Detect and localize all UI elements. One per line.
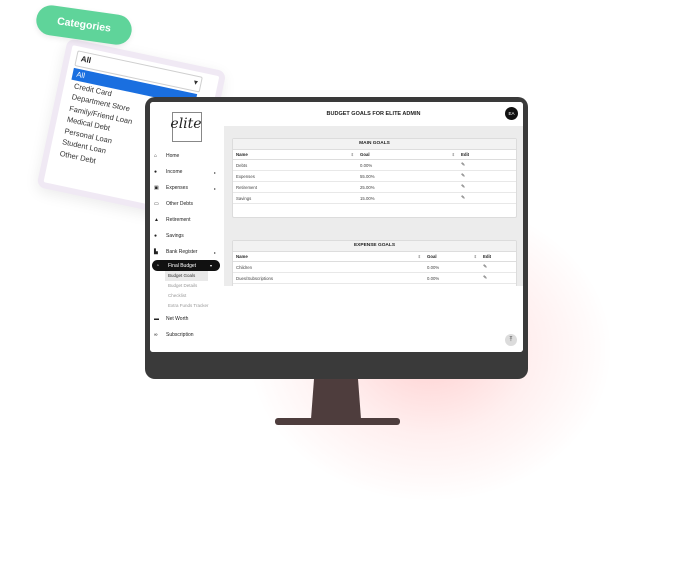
table-row: Debts 0.00% ✎ bbox=[233, 159, 516, 171]
sidebar-item-label: Retirement bbox=[166, 217, 191, 223]
sidebar-item-label: Income bbox=[166, 169, 183, 175]
categories-label-pill: Categories bbox=[34, 3, 134, 47]
content-footer-area: ⤒ bbox=[224, 286, 523, 352]
goal-name: Debts bbox=[233, 159, 357, 171]
sidebar-item-label: Expenses bbox=[166, 185, 188, 191]
top-bar: BUDGET GOALS FOR ELITE ADMIN EA bbox=[224, 102, 523, 126]
sort-icon[interactable]: ⇕ bbox=[418, 254, 421, 259]
sidebar-item-label: Bank Register bbox=[166, 249, 198, 255]
edit-icon[interactable]: ✎ bbox=[461, 173, 465, 179]
header-label: Name bbox=[236, 152, 248, 157]
table-row: Expenses 55.00% ✎ bbox=[233, 170, 516, 182]
chevron-down-icon: ▾ bbox=[193, 79, 199, 87]
sidebar-item-net-worth[interactable]: ▬ Net Worth bbox=[150, 311, 224, 327]
goal-name: Retirement bbox=[233, 181, 357, 193]
chevron-right-icon: ▸ bbox=[213, 169, 216, 175]
header-label: Goal bbox=[360, 152, 370, 157]
monitor-frame: elite ⌂ Home ● Income ▸ ▣ Expenses ▸ ▭ O… bbox=[145, 97, 528, 379]
sidebar: elite ⌂ Home ● Income ▸ ▣ Expenses ▸ ▭ O… bbox=[150, 102, 224, 352]
sidebar-item-final-budget[interactable]: ◔ Final Budget ▾ bbox=[152, 260, 220, 271]
chevron-right-icon: ▸ bbox=[213, 249, 216, 255]
submenu-item-budget-details[interactable]: Budget Details bbox=[168, 281, 224, 291]
sidebar-item-other-debts[interactable]: ▭ Other Debts bbox=[150, 196, 224, 212]
sidebar-item-income[interactable]: ● Income ▸ bbox=[150, 164, 224, 180]
column-header-goal[interactable]: Goal ⇕ bbox=[424, 252, 480, 262]
main-goals-title: MAIN GOALS bbox=[233, 139, 516, 150]
expense-goals-title: EXPENSE GOALS bbox=[233, 241, 516, 252]
column-header-goal[interactable]: Goal ⇕ bbox=[357, 150, 458, 160]
wallet-icon: ▬ bbox=[154, 316, 159, 322]
header-label: Name bbox=[236, 254, 248, 259]
chevron-right-icon: ▸ bbox=[213, 185, 216, 191]
piggy-icon: ● bbox=[154, 233, 158, 239]
categories-select-value: All bbox=[80, 54, 92, 66]
edit-icon[interactable]: ✎ bbox=[461, 184, 465, 190]
sidebar-item-savings[interactable]: ● Savings bbox=[150, 228, 224, 244]
goal-name: Children bbox=[233, 261, 424, 273]
goal-value: 0.00% bbox=[424, 272, 480, 284]
column-header-name[interactable]: Name ⇕ bbox=[233, 150, 357, 160]
goal-value: 0.00% bbox=[424, 261, 480, 273]
main-goals-panel: MAIN GOALS Name ⇕ Goal ⇕ Edit Debts 0.00% … bbox=[232, 138, 517, 218]
goal-name: Expenses bbox=[233, 170, 357, 182]
sidebar-item-subscription[interactable]: ∞ Subscription bbox=[150, 327, 224, 343]
sort-icon[interactable]: ⇕ bbox=[452, 152, 455, 157]
page-title: BUDGET GOALS FOR ELITE ADMIN bbox=[326, 111, 421, 117]
goal-value: 25.00% bbox=[357, 181, 458, 193]
sidebar-item-label: Subscription bbox=[166, 332, 194, 338]
expense-goals-table: Name ⇕ Goal ⇕ Edit Children 0.00% ✎ Dues/S… bbox=[233, 252, 516, 284]
card-icon: ▭ bbox=[154, 201, 159, 207]
sidebar-nav: ⌂ Home ● Income ▸ ▣ Expenses ▸ ▭ Other D… bbox=[150, 148, 224, 343]
main-content: MAIN GOALS Name ⇕ Goal ⇕ Edit Debts 0.00% … bbox=[224, 126, 523, 287]
goal-value: 15.00% bbox=[357, 192, 458, 204]
monitor-stand-neck bbox=[311, 379, 361, 419]
bank-icon: ▙ bbox=[154, 249, 158, 255]
sort-icon[interactable]: ⇕ bbox=[351, 152, 354, 157]
main-goals-table: Name ⇕ Goal ⇕ Edit Debts 0.00% ✎ Expenses … bbox=[233, 150, 516, 204]
goal-name: Dues/Subscriptions bbox=[233, 272, 424, 284]
chart-icon: ◔ bbox=[156, 262, 160, 269]
header-label: Goal bbox=[427, 254, 437, 259]
chevron-down-icon: ▾ bbox=[209, 263, 212, 268]
sidebar-item-expenses[interactable]: ▣ Expenses ▸ bbox=[150, 180, 224, 196]
monitor-stand-base bbox=[275, 418, 400, 425]
app-logo[interactable]: elite bbox=[164, 111, 208, 143]
dollar-icon: ● bbox=[154, 169, 158, 175]
goal-name: Savings bbox=[233, 192, 357, 204]
sidebar-item-label: Home bbox=[166, 153, 180, 159]
goal-value: 55.00% bbox=[357, 170, 458, 182]
column-header-edit: Edit bbox=[458, 150, 516, 160]
sidebar-item-label: Savings bbox=[166, 233, 184, 239]
home-icon: ⌂ bbox=[154, 153, 158, 159]
app-screen: elite ⌂ Home ● Income ▸ ▣ Expenses ▸ ▭ O… bbox=[150, 102, 523, 352]
expense-goals-panel: EXPENSE GOALS Name ⇕ Goal ⇕ Edit Children … bbox=[232, 240, 517, 287]
scroll-to-top-button[interactable]: ⤒ bbox=[505, 334, 517, 346]
table-row: Savings 15.00% ✎ bbox=[233, 192, 516, 204]
sidebar-item-retirement[interactable]: ▲ Retirement bbox=[150, 212, 224, 228]
final-budget-submenu: Budget Goals Budget Details Checklist Ex… bbox=[150, 271, 224, 311]
table-row: Dues/Subscriptions 0.00% ✎ bbox=[233, 272, 516, 284]
edit-icon[interactable]: ✎ bbox=[461, 162, 465, 168]
submenu-item-checklist[interactable]: Checklist bbox=[168, 291, 224, 301]
column-header-edit: Edit bbox=[480, 252, 516, 262]
column-header-name[interactable]: Name ⇕ bbox=[233, 252, 424, 262]
sort-icon[interactable]: ⇕ bbox=[474, 254, 477, 259]
sidebar-item-label: Final Budget bbox=[168, 262, 197, 269]
sidebar-item-label: Net Worth bbox=[166, 316, 189, 322]
edit-icon[interactable]: ✎ bbox=[461, 195, 465, 201]
sidebar-item-label: Other Debts bbox=[166, 201, 193, 207]
submenu-item-budget-goals[interactable]: Budget Goals bbox=[165, 271, 208, 281]
sidebar-item-bank-register[interactable]: ▙ Bank Register ▸ bbox=[150, 244, 224, 260]
link-icon: ∞ bbox=[154, 332, 158, 338]
cart-icon: ▣ bbox=[154, 185, 159, 191]
sidebar-item-home[interactable]: ⌂ Home bbox=[150, 148, 224, 164]
avatar[interactable]: EA bbox=[505, 107, 518, 120]
table-row: Retirement 25.00% ✎ bbox=[233, 181, 516, 193]
edit-icon[interactable]: ✎ bbox=[483, 275, 487, 281]
table-row: Children 0.00% ✎ bbox=[233, 261, 516, 273]
goal-value: 0.00% bbox=[357, 159, 458, 171]
submenu-item-extra-funds-tracker[interactable]: Extra Funds Tracker bbox=[168, 301, 224, 311]
house-icon: ▲ bbox=[154, 217, 159, 223]
edit-icon[interactable]: ✎ bbox=[483, 264, 487, 270]
